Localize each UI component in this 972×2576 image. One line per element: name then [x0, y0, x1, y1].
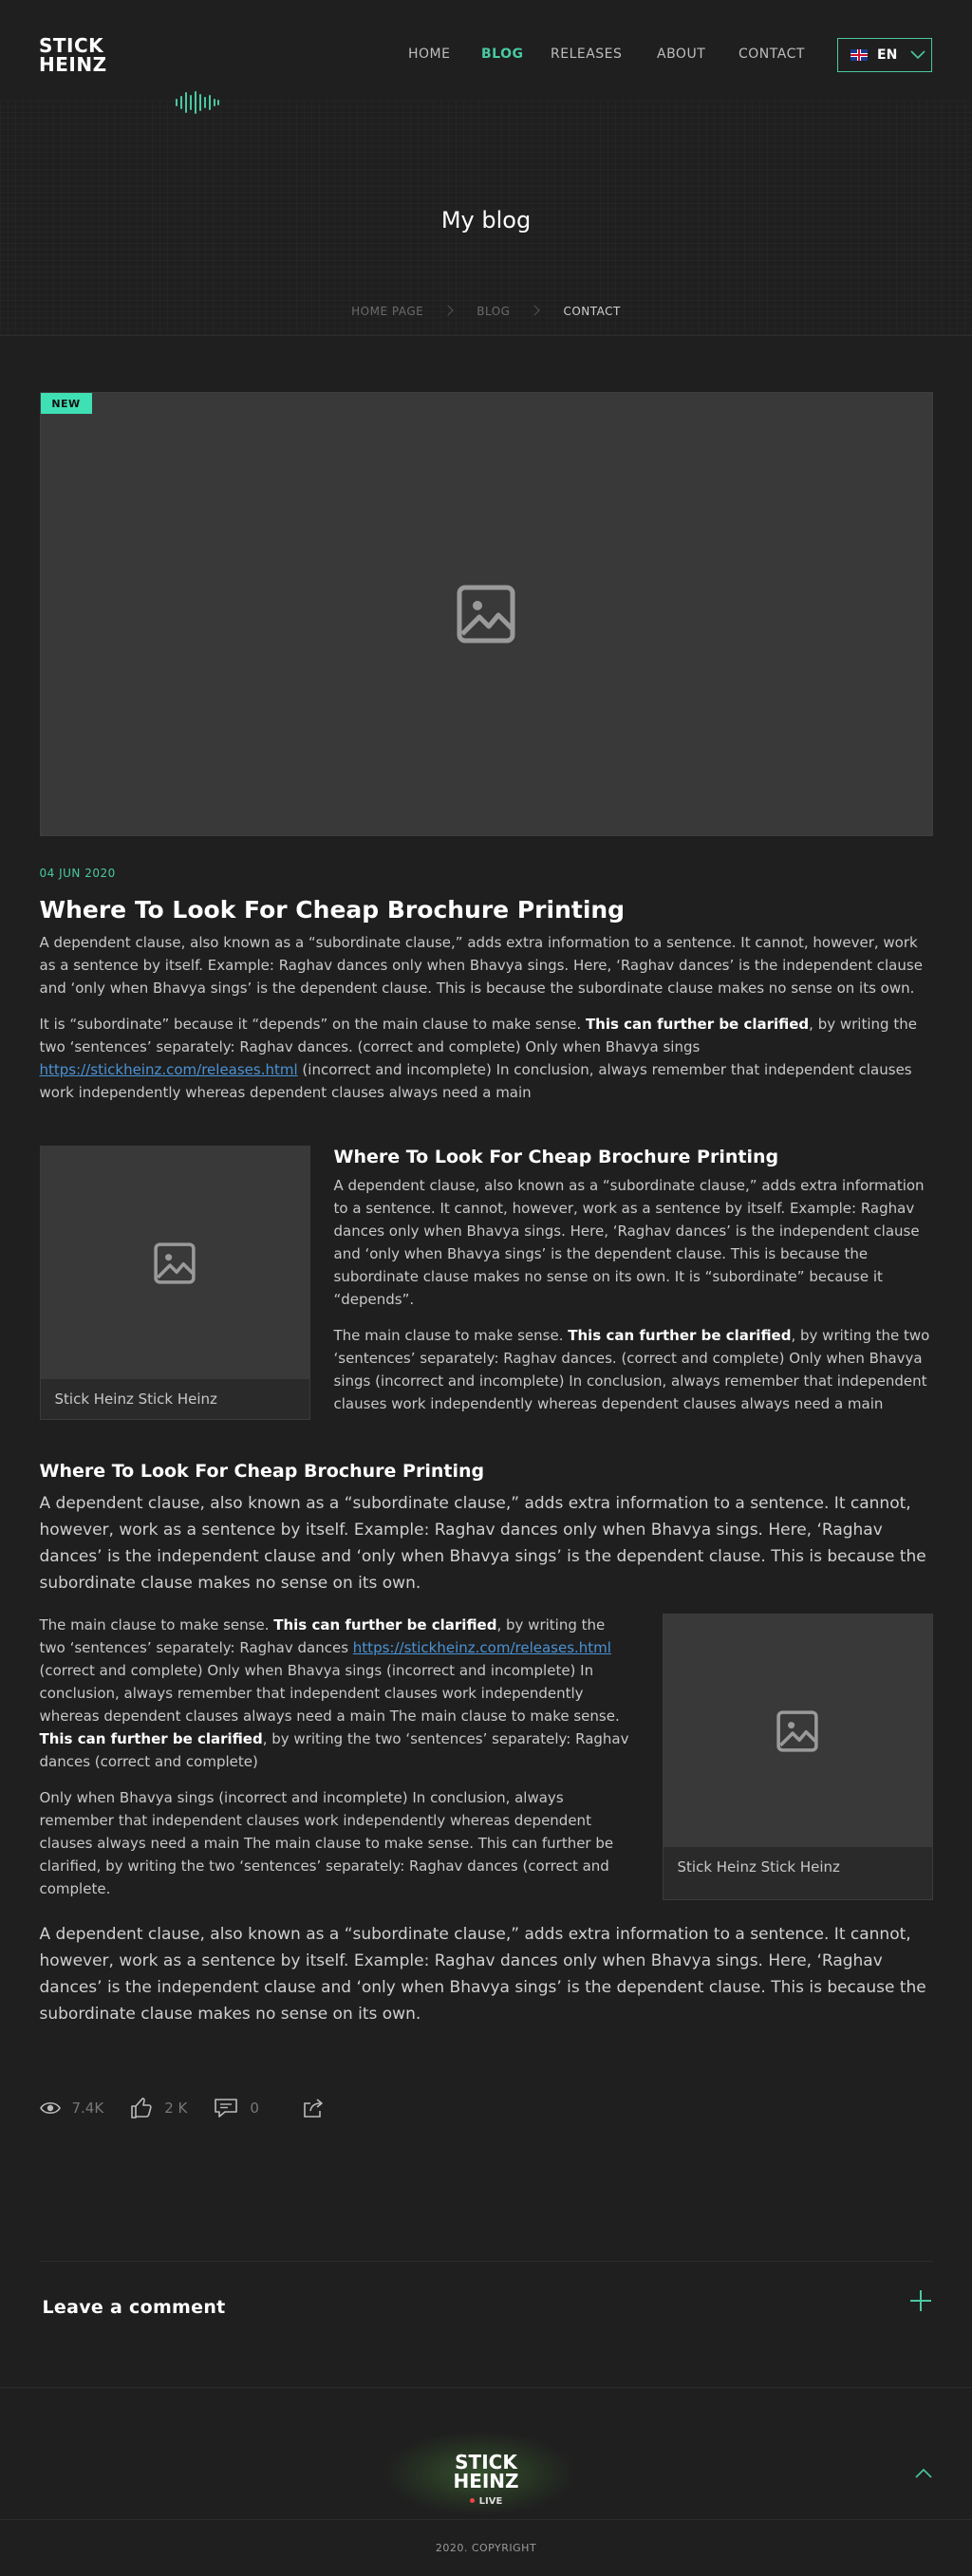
section-with-figure-right: The main clause to make sense. This can …: [40, 1614, 933, 1900]
article-hero-image: NEW: [39, 392, 933, 836]
chevron-right-icon: [529, 305, 541, 316]
chevron-right-icon: [442, 305, 454, 316]
live-indicator: LIVE: [0, 2496, 972, 2507]
section-paragraph: The main clause to make sense. This can …: [334, 1324, 933, 1415]
views-stat: 7.4K: [39, 2100, 104, 2117]
closing-paragraph: A dependent clause, also known as a “sub…: [39, 1925, 926, 2024]
image-placeholder-icon: [776, 1709, 818, 1752]
article: NEW 04 JUN 2020 Where To Look For Cheap …: [39, 336, 933, 2387]
audio-wave-icon: [176, 91, 219, 114]
figure-image: [40, 1147, 309, 1379]
eye-icon: [39, 2101, 61, 2115]
image-placeholder-icon: [154, 1241, 196, 1284]
section-text: Where To Look For Cheap Brochure Printin…: [310, 1146, 933, 1420]
image-placeholder-icon: [457, 585, 515, 644]
figure: Stick Heinz Stick Heinz: [39, 1146, 310, 1420]
language-selector[interactable]: EN: [837, 38, 932, 72]
views-count: 7.4K: [71, 2100, 104, 2117]
section-paragraph: Only when Bhavya sings (incorrect and in…: [39, 1789, 614, 1897]
article-paragraph: A dependent clause, also known as a “sub…: [39, 934, 923, 997]
logo-line2: HEINZ: [453, 2470, 519, 2492]
breadcrumb-current: CONTACT: [563, 305, 621, 318]
comments-stat[interactable]: 0: [214, 2098, 259, 2119]
section-title: Where To Look For Cheap Brochure Printin…: [39, 1461, 485, 1482]
footer-logo[interactable]: STICK HEINZ: [0, 2453, 972, 2491]
footer-main: STICK HEINZ LIVE: [0, 2387, 972, 2519]
article-paragraph: It is “subordinate” because it “depends”…: [40, 1013, 933, 1104]
text: It is “subordinate” because it “depends”…: [39, 1016, 586, 1033]
leave-comment-label: Leave a comment: [42, 2297, 226, 2318]
nav-home[interactable]: HOME: [408, 47, 450, 62]
live-dot-icon: [469, 2498, 475, 2503]
figure-caption: Stick Heinz Stick Heinz: [54, 1391, 217, 1408]
figure-caption: Stick Heinz Stick Heinz: [677, 1858, 840, 1876]
comments-count: 0: [250, 2100, 259, 2117]
logo-line1: STICK: [455, 2451, 517, 2473]
thumbs-up-icon[interactable]: [130, 2097, 153, 2119]
breadcrumb-home[interactable]: HOME PAGE: [351, 305, 423, 318]
text: The main clause to make sense.: [333, 1327, 569, 1344]
text: (correct and complete) Only when Bhavya …: [39, 1662, 620, 1725]
section-paragraph: A dependent clause, also known as a “sub…: [333, 1177, 925, 1308]
share-button[interactable]: [301, 2098, 337, 2119]
article-stats: 7.4K 2 K 0: [39, 2094, 933, 2122]
nav-about[interactable]: ABOUT: [657, 47, 705, 62]
section-paragraph: The main clause to make sense. This can …: [40, 1614, 632, 1773]
section-text: The main clause to make sense. This can …: [40, 1614, 663, 1900]
new-badge: NEW: [40, 393, 92, 414]
chevron-up-icon[interactable]: [914, 2464, 933, 2483]
bold-text: This can further be clarified: [585, 1016, 810, 1033]
likes-count: 2 K: [164, 2100, 188, 2117]
section-lead: A dependent clause, also known as a “sub…: [39, 1494, 926, 1593]
breadcrumb: HOME PAGE BLOG CONTACT: [0, 305, 972, 318]
plus-icon[interactable]: [908, 2288, 933, 2313]
copyright: 2020. COPYRIGHT: [0, 2519, 972, 2576]
text: The main clause to make sense.: [39, 1616, 274, 1633]
leave-comment-toggle[interactable]: Leave a comment: [39, 2261, 933, 2387]
bold-text: This can further be clarified: [273, 1616, 497, 1633]
chevron-down-icon: [910, 50, 925, 60]
main-nav: HOME BLOG RELEASES ABOUT CONTACT: [0, 47, 972, 65]
nav-releases[interactable]: RELEASES: [551, 47, 622, 62]
likes-stat[interactable]: 2 K: [130, 2097, 187, 2119]
figure-image: [663, 1615, 932, 1847]
page-title: My blog: [440, 207, 532, 233]
releases-link[interactable]: https://stickheinz.com/releases.html: [353, 1639, 611, 1656]
share-icon[interactable]: [301, 2098, 326, 2119]
live-label: LIVE: [478, 2496, 503, 2507]
section-with-figure-left: Stick Heinz Stick Heinz Where To Look Fo…: [39, 1146, 933, 1420]
uk-flag-icon: [850, 49, 868, 61]
figure: Stick Heinz Stick Heinz: [662, 1614, 933, 1900]
language-label: EN: [877, 47, 898, 63]
comment-icon[interactable]: [214, 2098, 238, 2119]
article-title: Where To Look For Cheap Brochure Printin…: [39, 896, 626, 924]
bold-text: This can further be clarified: [568, 1327, 792, 1344]
bold-text: This can further be clarified: [39, 1730, 263, 1747]
article-date: 04 JUN 2020: [39, 867, 116, 880]
nav-contact[interactable]: CONTACT: [738, 47, 805, 62]
site-header: STICK HEINZ HOME BLOG RELEASES ABOUT CON…: [0, 0, 972, 336]
section-title: Where To Look For Cheap Brochure Printin…: [333, 1147, 779, 1167]
breadcrumb-blog[interactable]: BLOG: [477, 305, 510, 318]
site-footer: STICK HEINZ LIVE 2020. COPYRIGHT: [0, 2387, 972, 2576]
releases-link[interactable]: https://stickheinz.com/releases.html: [40, 1061, 298, 1078]
nav-blog[interactable]: BLOG: [481, 47, 524, 62]
